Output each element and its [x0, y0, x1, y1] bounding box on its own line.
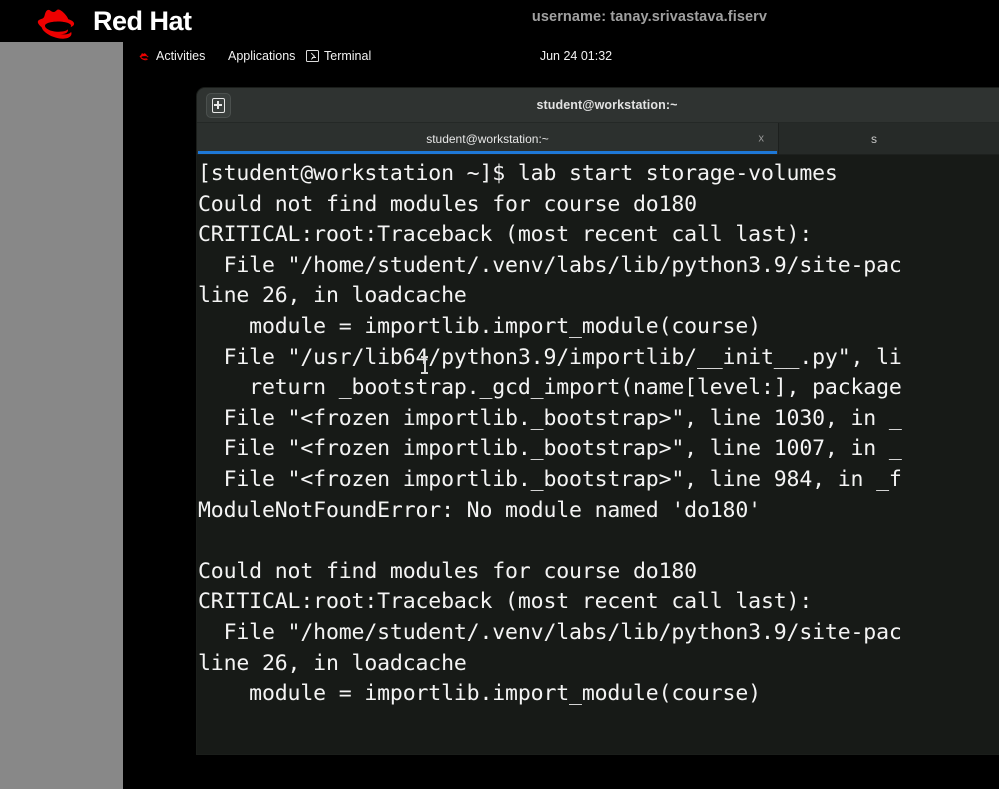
window-title: student@workstation:~ [536, 98, 678, 112]
gnome-top-bar: Activities Applications Terminal Jun 24 … [123, 42, 999, 69]
terminal-line: line 26, in loadcache [198, 650, 467, 676]
terminal-window: student@workstation:~ student@workstatio… [197, 88, 999, 754]
terminal-line: File "<frozen importlib._bootstrap>", li… [198, 466, 902, 492]
left-gray-panel [0, 42, 123, 789]
terminal-line: File "<frozen importlib._bootstrap>", li… [198, 405, 902, 431]
terminal-title-bar[interactable]: student@workstation:~ [197, 88, 999, 123]
terminal-line: line 26, in loadcache [198, 283, 467, 309]
new-tab-plus-icon [212, 98, 225, 113]
clock[interactable]: Jun 24 01:32 [123, 42, 999, 69]
terminal-line: File "/usr/lib64/python3.9/importlib/__i… [198, 344, 902, 370]
terminal-line: Could not find modules for course do180 [198, 191, 697, 217]
terminal-line: File "/home/student/.venv/labs/lib/pytho… [198, 619, 902, 645]
close-icon[interactable]: x [759, 133, 765, 144]
tab-label: s [871, 131, 877, 146]
username-label: username: tanay.srivastava.fiserv [531, 9, 768, 25]
tab-second[interactable]: s [779, 123, 999, 154]
terminal-line: return _bootstrap._gcd_import(name[level… [198, 375, 902, 401]
terminal-line: Could not find modules for course do180 [198, 558, 697, 584]
terminal-line: CRITICAL:root:Traceback (most recent cal… [198, 589, 813, 615]
terminal-line: File "/home/student/.venv/labs/lib/pytho… [198, 252, 902, 278]
tab-label: student@workstation:~ [426, 131, 549, 146]
terminal-line: module = importlib.import_module(course) [198, 681, 761, 707]
terminal-tab-strip: student@workstation:~ x s [197, 123, 999, 155]
desktop: Activities Applications Terminal Jun 24 … [0, 42, 999, 789]
terminal-line: CRITICAL:root:Traceback (most recent cal… [198, 222, 813, 248]
terminal-line: ModuleNotFoundError: No module named 'do… [198, 497, 761, 523]
terminal-line: module = importlib.import_module(course) [198, 313, 761, 339]
terminal-line: [student@workstation ~]$ lab start stora… [198, 161, 838, 186]
terminal-line: File "<frozen importlib._bootstrap>", li… [198, 436, 902, 462]
new-tab-button[interactable] [206, 93, 231, 118]
screen: Red Hat username: tanay.srivastava.fiser… [0, 0, 999, 789]
terminal-output[interactable]: [student@workstation ~]$ lab start stora… [197, 155, 999, 754]
redhat-brand-banner: Red Hat username: tanay.srivastava.fiser… [0, 0, 999, 42]
clock-label: Jun 24 01:32 [539, 48, 613, 63]
tab-student-workstation[interactable]: student@workstation:~ x [197, 123, 779, 154]
